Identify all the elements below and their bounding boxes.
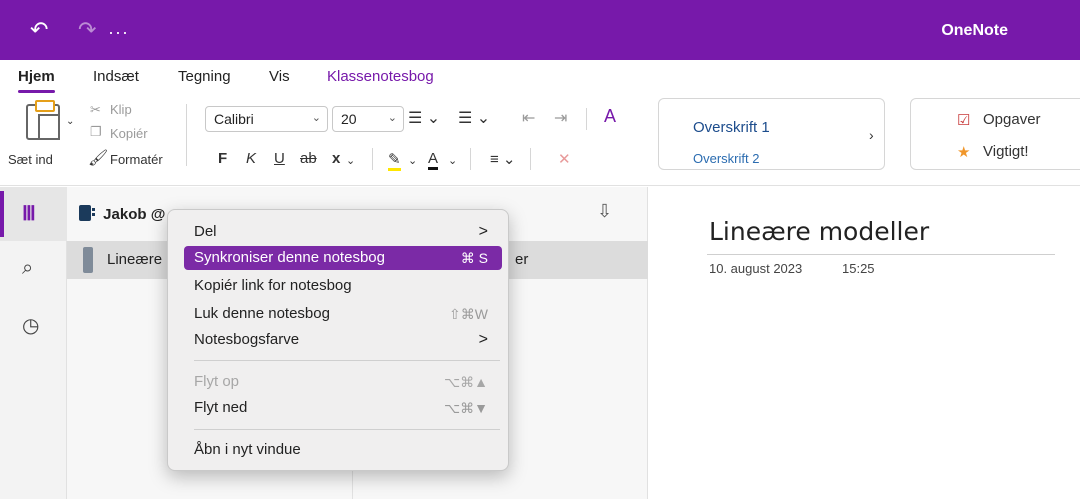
chevron-down-icon: ⌄	[311, 112, 321, 124]
chevron-down-icon: ⌄	[408, 155, 418, 167]
notebooks-icon[interactable]: Ⅲ	[22, 201, 36, 226]
underline-button[interactable]: U	[274, 150, 285, 167]
strikethrough-button[interactable]: ab	[300, 150, 317, 167]
menu-item-sync-notebook[interactable]: Synkroniser denne notesbog ⌘ S	[184, 246, 502, 270]
format-painter-button[interactable]: Formatér	[110, 152, 163, 167]
page-time: 15:25	[842, 261, 875, 276]
paste-icon[interactable]	[26, 100, 60, 140]
font-size-select[interactable]: 20 ⌄	[332, 106, 404, 132]
menu-item-notebook-color[interactable]: Notesbogsfarve >	[184, 328, 502, 352]
tags-gallery[interactable]: ☑ Opgaver ★ Vigtigt!	[910, 98, 1080, 170]
page-date: 10. august 2023	[709, 261, 803, 276]
bullet-list-icon[interactable]: ☰ ⌄	[408, 108, 440, 128]
shortcut-label: ⌘ S	[460, 250, 488, 266]
tab-klassenotesbog[interactable]: Klassenotesbog	[327, 68, 434, 85]
highlight-icon[interactable]: ✎	[388, 150, 401, 171]
shortcut-label: ⌥⌘▲	[444, 374, 488, 390]
redo-icon[interactable]: ↷	[78, 16, 96, 44]
more-options-button[interactable]: ···	[108, 18, 129, 46]
notebook-icon	[79, 205, 95, 221]
paste-button[interactable]: Sæt ind	[8, 152, 53, 167]
styles-gallery[interactable]: Overskrift 1 Overskrift 2 ›	[658, 98, 885, 170]
tab-tegning[interactable]: Tegning	[178, 68, 231, 85]
recent-icon[interactable]: ◷	[22, 313, 39, 338]
menu-item-close-notebook[interactable]: Luk denne notesbog ⇧⌘W	[184, 302, 502, 326]
copy-icon: ❐	[90, 124, 102, 139]
tab-hjem[interactable]: Hjem	[18, 68, 55, 93]
font-name-value: Calibri	[214, 111, 254, 127]
format-painter-icon: 🖌	[88, 150, 109, 167]
page-title[interactable]: Lineære modeller	[709, 217, 929, 246]
notebook-name: Jakob @	[103, 206, 166, 223]
app-title: OneNote	[941, 22, 1008, 39]
italic-button[interactable]: K	[246, 150, 256, 167]
cut-button[interactable]: Klip	[110, 102, 132, 117]
title-rule	[707, 254, 1055, 255]
style-heading-2[interactable]: Overskrift 2	[693, 151, 759, 166]
menu-item-copy-link[interactable]: Kopiér link for notesbog	[184, 274, 502, 298]
clear-formatting-icon[interactable]: A	[604, 106, 616, 127]
menu-item-move-down[interactable]: Flyt ned ⌥⌘▼	[184, 396, 502, 420]
font-color-icon[interactable]: A	[428, 150, 439, 170]
menu-separator	[194, 429, 500, 430]
menu-item-open-new-window[interactable]: Åbn i nyt vindue	[184, 438, 502, 462]
tag-important[interactable]: Vigtigt!	[983, 143, 1029, 160]
tab-indsaet[interactable]: Indsæt	[93, 68, 139, 85]
increase-indent-icon[interactable]: ⇥	[554, 108, 567, 128]
section-color-tab	[83, 247, 93, 273]
left-navigation: Ⅲ ⌕ ◷	[0, 187, 67, 499]
paste-dropdown-icon[interactable]: ⌄	[66, 116, 74, 127]
ribbon: ⌄ Sæt ind ✂ Klip ❐ Kopiér 🖌 Formatér Cal…	[0, 96, 1080, 186]
ribbon-tabs: Hjem Indsæt Tegning Vis Klassenotesbog	[0, 60, 1080, 96]
menu-item-move-up: Flyt op ⌥⌘▲	[184, 370, 502, 394]
shortcut-label: ⌥⌘▼	[444, 400, 488, 416]
chevron-down-icon: ⌄	[448, 155, 458, 167]
checkbox-icon: ☑	[957, 112, 971, 129]
menu-item-share[interactable]: Del >	[184, 220, 502, 244]
clear-icon[interactable]: ✕	[558, 150, 571, 168]
font-name-select[interactable]: Calibri ⌄	[205, 106, 328, 132]
tab-vis[interactable]: Vis	[269, 68, 290, 85]
chevron-down-icon: ⌄	[387, 112, 397, 124]
sort-icon[interactable]: ⇩	[597, 201, 612, 222]
chevron-right-icon[interactable]: ›	[869, 127, 874, 143]
search-icon[interactable]: ⌕	[22, 257, 33, 280]
cut-icon: ✂	[90, 102, 101, 117]
chevron-right-icon: >	[478, 223, 488, 240]
notebook-header[interactable]: Jakob @	[79, 205, 165, 223]
menu-separator	[194, 360, 500, 361]
align-icon[interactable]: ≡ ⌄	[490, 150, 516, 168]
tag-todo[interactable]: Opgaver	[983, 111, 1041, 128]
undo-icon[interactable]: ↶	[30, 16, 48, 44]
subscript-button[interactable]: x	[332, 150, 340, 167]
page-canvas[interactable]: Lineære modeller 10. august 2023 15:25	[649, 187, 1080, 499]
copy-button[interactable]: Kopiér	[110, 126, 148, 141]
bold-button[interactable]: F	[218, 150, 227, 167]
section-label: Lineære	[107, 251, 163, 268]
chevron-right-icon: >	[478, 331, 488, 348]
font-size-value: 20	[341, 111, 357, 127]
star-icon: ★	[957, 144, 971, 161]
chevron-down-icon: ⌄	[346, 155, 356, 167]
style-heading-1[interactable]: Overskrift 1	[693, 119, 770, 136]
shortcut-label: ⇧⌘W	[449, 306, 488, 322]
numbered-list-icon[interactable]: ☰ ⌄	[458, 108, 490, 128]
title-bar: ↶ ↷ ··· OneNote	[0, 0, 1080, 60]
page-label-partial: er	[515, 251, 529, 268]
decrease-indent-icon[interactable]: ⇤	[522, 108, 535, 128]
context-menu: Del > Synkroniser denne notesbog ⌘ S Kop…	[167, 209, 509, 471]
